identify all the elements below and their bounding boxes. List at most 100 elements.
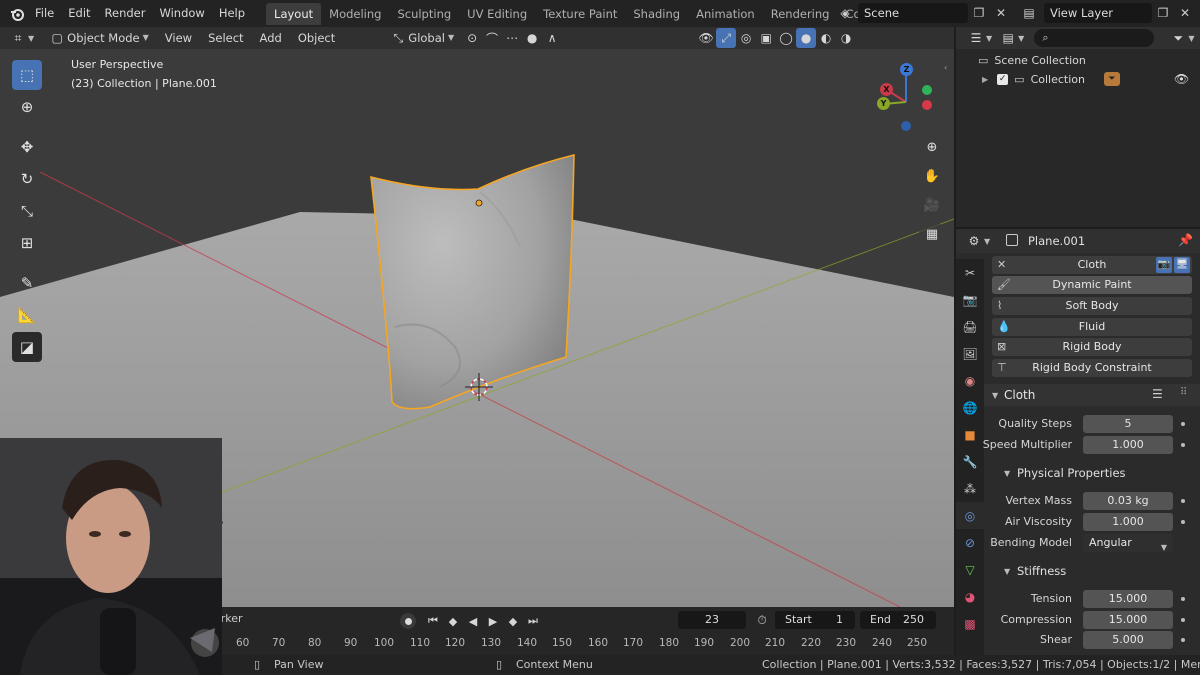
gizmo-x-axis[interactable]: X [880,83,893,96]
viewport-toggle-icon[interactable]: 🖥 [1174,257,1190,273]
menu-select[interactable]: Select [200,27,251,49]
keyframe-dot-icon[interactable] [1181,638,1185,642]
filter-icon[interactable]: ⏷ [1168,28,1188,48]
speed-multiplier-field[interactable]: 1.000 [1083,436,1173,454]
annotate-icon[interactable]: ✎ [12,268,42,298]
tab-layout[interactable]: Layout [266,2,322,25]
gizmo-neg-z[interactable] [901,121,911,131]
transform-icon[interactable]: ⊞ [12,228,42,258]
scene-tab-icon[interactable]: ◉ [956,367,984,394]
overlay-toggle-icon[interactable]: ◎ [736,28,756,48]
shading-rendered-icon[interactable]: ◑ [836,28,856,48]
snap-icon[interactable]: ⌒ [482,28,502,48]
outliner-search-input[interactable]: ⌕ [1034,29,1155,47]
menu-add[interactable]: Add [252,27,290,49]
air-viscosity-field[interactable]: 1.000 [1083,513,1173,531]
visibility-icon[interactable]: 👁 [696,28,716,48]
scene-name-field[interactable]: Scene [858,3,968,23]
expand-arrow-icon[interactable]: ▶ [982,70,988,89]
new-scene-icon[interactable]: ❐ [970,4,988,22]
gizmo-z-axis[interactable]: Z [900,63,913,76]
object-tab-icon[interactable]: ■ [956,421,984,448]
tension-field[interactable]: 15.000 [1083,590,1173,608]
keyframe-dot-icon[interactable] [1181,422,1185,426]
menu-object[interactable]: Object [290,27,343,49]
tab-rendering[interactable]: Rendering [763,3,838,25]
physical-properties-header[interactable]: Physical Properties [1017,466,1126,480]
gizmo-y-axis[interactable]: Y [877,97,890,110]
render-toggle-icon[interactable]: 📷 [1156,257,1172,273]
rigid-body-button[interactable]: ⊠ Rigid Body [992,338,1192,356]
orientation-dropdown[interactable]: ⤡ Global ▼ [383,27,462,49]
keyframe-dot-icon[interactable] [1181,520,1185,524]
shading-wireframe-icon[interactable]: ◯ [776,28,796,48]
cursor-icon[interactable]: ⊕ [12,92,42,122]
remove-icon[interactable]: ✕ [997,256,1006,274]
tab-sculpting[interactable]: Sculpting [389,3,459,25]
snap-target-icon[interactable]: ⋯ [502,28,522,48]
rotate-icon[interactable]: ↻ [12,164,42,194]
camera-view-icon[interactable]: 🎥 [919,192,945,218]
view-layer-field[interactable]: View Layer [1044,3,1152,23]
move-icon[interactable]: ✥ [12,132,42,162]
tab-shading[interactable]: Shading [625,3,688,25]
next-keyframe-icon[interactable]: ◆ [504,611,522,631]
cloth-panel-header[interactable]: ▼ Cloth ☰ ⠿ [984,384,1200,406]
eye-icon[interactable]: 👁 [1174,70,1189,89]
keyframe-dot-icon[interactable] [1181,597,1185,601]
gizmo-neg-x[interactable] [922,100,932,110]
collection-row[interactable]: ▶ ✓ ▭ Collection ⏷ 👁 [956,70,1200,89]
start-frame-field[interactable]: Start 1 [775,611,855,629]
prev-keyframe-icon[interactable]: ◆ [444,611,462,631]
tab-texture-paint[interactable]: Texture Paint [535,3,625,25]
pivot-point-icon[interactable]: ⊙ [462,28,482,48]
tab-animation[interactable]: Animation [688,3,763,25]
world-tab-icon[interactable]: 🌐 [956,394,984,421]
perspective-toggle-icon[interactable]: ▦ [919,221,945,247]
editor-type-icon[interactable]: ☰ [966,28,986,48]
proportional-editing-icon[interactable]: ● [522,28,542,48]
view-layer-icon[interactable]: ▤ [1016,3,1042,23]
shear-field[interactable]: 5.000 [1083,631,1173,649]
drag-handle-icon[interactable]: ⠿ [1180,387,1187,398]
keyframe-dot-icon[interactable] [1181,499,1185,503]
filter-funnel-icon[interactable]: ⏷ [1104,72,1120,86]
collection-exclude-checkbox[interactable]: ✓ [997,74,1009,85]
mesh-data-tab-icon[interactable]: ▽ [956,556,984,583]
measure-icon[interactable]: 📐 [12,300,42,330]
menu-edit[interactable]: Edit [61,0,97,27]
sidebar-toggle-icon[interactable]: ‹ [944,63,947,72]
zoom-icon[interactable]: ⊕ [919,134,945,160]
tool-tab-icon[interactable]: ✂ [956,259,984,286]
view-layer-tab-icon[interactable]: 🖼 [956,340,984,367]
menu-file[interactable]: File [28,0,61,27]
timeline-ruler[interactable]: 60 70 80 90 100 110 120 130 140 150 160 … [222,635,954,653]
jump-start-icon[interactable]: ⏮ [424,611,442,631]
navigation-gizmo[interactable]: Z X Y [870,60,940,132]
physics-tab-icon[interactable]: ◎ [956,502,984,529]
keyframe-dot-icon[interactable] [1181,443,1185,447]
menu-view[interactable]: View [157,27,200,49]
output-tab-icon[interactable]: 🖨 [956,313,984,340]
particles-tab-icon[interactable]: ⁂ [956,475,984,502]
render-tab-icon[interactable]: 📷 [956,286,984,313]
soft-body-button[interactable]: ⌇ Soft Body [992,297,1192,315]
menu-render[interactable]: Render [98,0,153,27]
shading-material-icon[interactable]: ◐ [816,28,836,48]
shading-solid-icon[interactable]: ● [796,28,817,48]
gizmo-neg-y[interactable] [922,85,932,95]
remove-scene-icon[interactable]: ✕ [992,4,1010,22]
new-view-layer-icon[interactable]: ❐ [1154,4,1172,22]
editor-type-icon[interactable]: ⚙ [964,231,984,251]
end-frame-field[interactable]: End 250 [860,611,936,629]
dynamic-paint-button[interactable]: 🖌 Dynamic Paint [992,276,1192,294]
keyframe-dot-icon[interactable] [1181,618,1185,622]
material-tab-icon[interactable]: ◕ [956,583,984,610]
add-cube-icon[interactable]: ◪ [12,332,42,362]
cloth-physics-button[interactable]: ✕ Cloth 📷 🖥 [992,256,1192,274]
current-frame-field[interactable]: 23 [678,611,746,629]
display-mode-icon[interactable]: ▤ [998,28,1018,48]
falloff-icon[interactable]: ∧ [542,28,562,48]
scene-selector-icon[interactable]: ◈ [834,3,856,23]
rigid-body-constraint-button[interactable]: ⊤ Rigid Body Constraint [992,359,1192,377]
